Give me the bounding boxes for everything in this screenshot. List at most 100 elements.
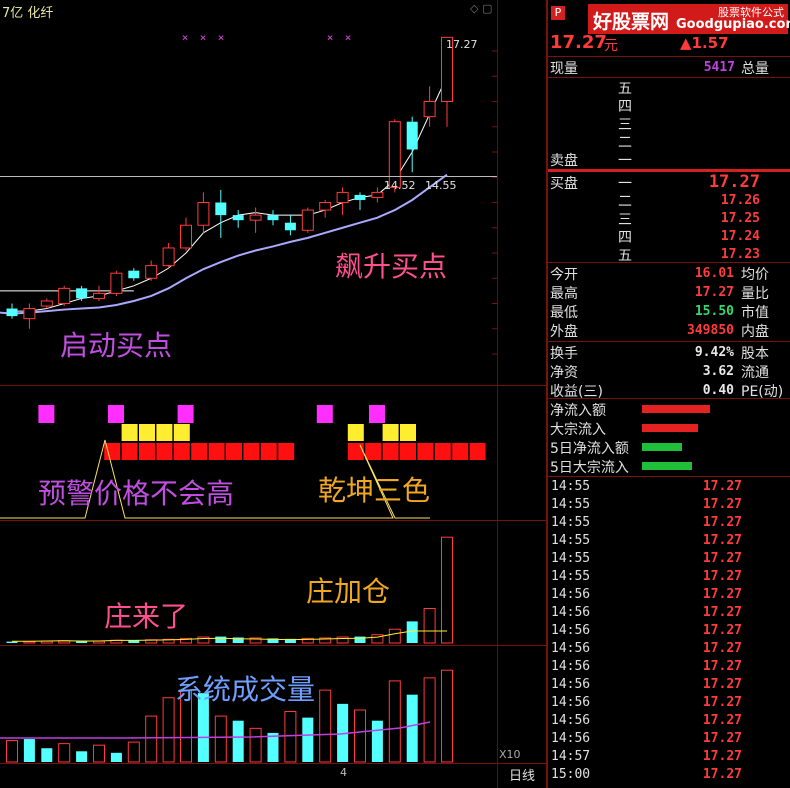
tick-price: 17.27 <box>702 551 742 566</box>
ma-marker-right: 14.55 <box>425 179 457 192</box>
tick-price: 17.27 <box>702 515 742 530</box>
tick-time: 15:00 <box>551 767 591 782</box>
volume-bar <box>23 641 36 644</box>
signal-bottom-block <box>226 443 242 460</box>
tick-row[interactable]: 14:55 17.27 <box>548 533 748 551</box>
current-volume-value: 5417 <box>703 60 735 75</box>
tick-time: 14:56 <box>551 623 591 638</box>
tick-time: 14:55 <box>551 497 591 512</box>
watermark-site: Goodgupiao.com <box>676 17 790 32</box>
candle-body <box>145 265 158 279</box>
signal-mid-block <box>121 424 138 441</box>
tick-row[interactable]: 14:56 17.27 <box>548 695 748 713</box>
flow-bar <box>642 405 710 413</box>
tick-row[interactable]: 14:55 17.27 <box>548 479 748 497</box>
fundamental-label-right: 股本 <box>741 346 769 362</box>
system-volume-bar <box>23 739 35 762</box>
system-volume-bar <box>319 689 332 763</box>
signal-mid-block <box>139 424 155 441</box>
volume-bar <box>336 636 349 644</box>
top-x-marker: × <box>200 31 207 44</box>
kline-chart[interactable]: 17.0016.5016.0015.5015.0014.5014.0013.50… <box>0 0 497 763</box>
tick-row[interactable]: 14:56 17.27 <box>548 587 748 605</box>
tick-price: 17.27 <box>702 605 742 620</box>
candle-body <box>128 270 140 279</box>
volume-bar <box>6 641 18 643</box>
tick-row[interactable]: 14:56 17.27 <box>548 641 748 659</box>
system-volume-bar <box>41 748 53 762</box>
system-volume-bar <box>110 752 122 762</box>
system-volume-bar <box>232 720 244 762</box>
tick-row[interactable]: 14:56 17.27 <box>548 605 748 623</box>
volume-bar <box>197 636 210 644</box>
tick-time: 14:55 <box>551 515 591 530</box>
tick-price: 17.27 <box>702 695 742 710</box>
tick-row[interactable]: 14:55 17.27 <box>548 551 748 569</box>
quote-divider-3 <box>548 262 790 263</box>
stat-label-right: 均价 <box>741 267 769 283</box>
signal-mid-block <box>382 424 399 441</box>
tick-price: 17.27 <box>702 641 742 656</box>
buy-level-price: 17.27 <box>708 172 760 192</box>
volume-bar <box>423 608 436 644</box>
candle-body <box>180 224 192 249</box>
candle-body <box>354 194 366 200</box>
stat-value: 17.27 <box>694 285 734 300</box>
system-volume-bar <box>371 720 383 762</box>
tick-row[interactable]: 14:56 17.27 <box>548 623 748 641</box>
signal-bottom-block <box>382 443 399 460</box>
tick-row[interactable]: 15:00 17.27 <box>548 767 748 785</box>
signal-bottom-block <box>173 443 190 460</box>
quote-divider-1 <box>548 56 790 57</box>
tick-row[interactable]: 14:56 17.27 <box>548 713 748 731</box>
system-volume-bar <box>145 715 158 763</box>
system-volume-bar <box>267 732 279 762</box>
signal-mid-block <box>400 424 416 441</box>
flow-bar <box>642 462 692 470</box>
signal-bottom-block <box>400 443 416 460</box>
candle-body <box>76 288 88 299</box>
tick-row[interactable]: 14:57 17.27 <box>548 749 748 767</box>
candle-body <box>406 121 418 150</box>
fundamental-label: 换手 <box>550 346 578 362</box>
stat-label-right: 量比 <box>741 286 769 302</box>
signal-bottom-block <box>156 443 173 460</box>
p-badge[interactable]: P <box>551 6 565 20</box>
buy-label: 买盘 <box>550 176 578 192</box>
tick-row[interactable]: 14:55 17.27 <box>548 515 748 533</box>
system-volume-bar <box>127 741 140 763</box>
period-tab[interactable]: 日线 <box>509 765 535 784</box>
tick-row[interactable]: 14:55 17.27 <box>548 569 748 587</box>
system-volume-bar <box>58 743 71 763</box>
system-volume-bar <box>162 697 175 763</box>
signal-bottom-block <box>208 443 225 460</box>
candle-body <box>110 272 123 294</box>
signal-bottom-block <box>452 443 469 460</box>
signal-top-block <box>369 405 385 423</box>
flow-label: 大宗流入 <box>550 422 606 438</box>
tick-price: 17.27 <box>702 623 742 638</box>
sell-level-4: 四 <box>618 99 632 115</box>
last-price-line <box>0 176 497 178</box>
candle-body <box>215 202 227 216</box>
system-volume-bar <box>354 709 366 763</box>
tick-row[interactable]: 14:55 17.27 <box>548 497 748 515</box>
high-price-marker: 17.27 <box>446 38 478 51</box>
signal-mid-block <box>347 424 364 441</box>
tick-time: 14:56 <box>551 587 591 602</box>
tick-row[interactable]: 14:56 17.27 <box>548 731 748 749</box>
candle-body <box>23 308 36 320</box>
tick-row[interactable]: 14:56 17.27 <box>548 659 748 677</box>
annotation-three-colors: 乾坤三色 <box>318 474 431 507</box>
annotation-system-volume: 系统成交量 <box>175 673 316 706</box>
tick-price: 17.27 <box>702 479 742 494</box>
signal-bottom-block <box>121 443 138 460</box>
system-volume-bar <box>6 740 18 763</box>
tick-row[interactable]: 14:56 17.27 <box>548 677 748 695</box>
volume-bar <box>441 536 453 644</box>
system-volume-bar <box>406 694 418 762</box>
tick-time: 14:56 <box>551 659 591 674</box>
sell-level-5: 五 <box>618 81 632 97</box>
signal-top-block <box>38 405 55 423</box>
tick-time: 14:56 <box>551 677 591 692</box>
